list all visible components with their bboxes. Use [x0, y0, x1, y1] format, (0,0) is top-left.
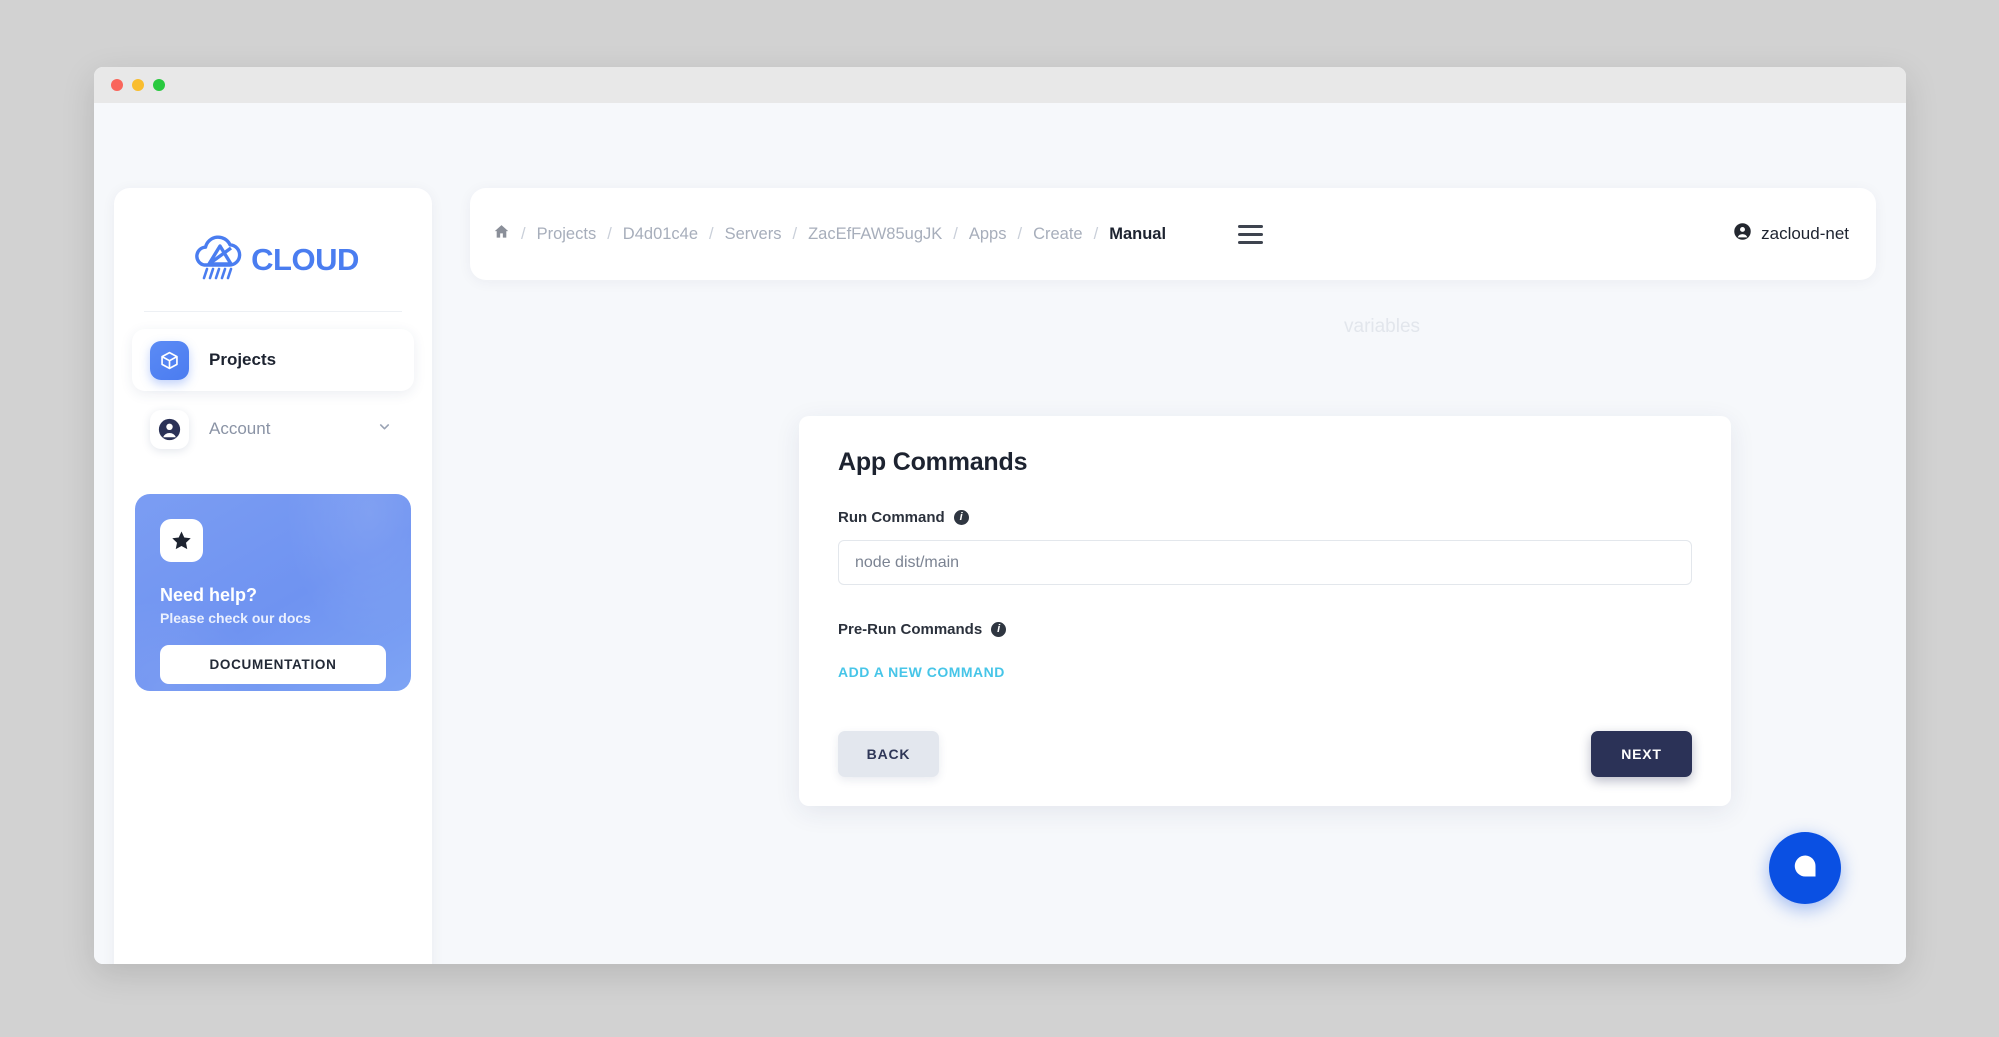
- breadcrumb-separator: /: [792, 224, 798, 243]
- info-icon[interactable]: i: [991, 622, 1007, 637]
- help-card: Need help? Please check our docs DOCUMEN…: [135, 494, 411, 691]
- next-button[interactable]: NEXT: [1591, 731, 1692, 777]
- hamburger-menu-icon[interactable]: [1238, 224, 1264, 244]
- window-maximize-button[interactable]: [153, 79, 165, 91]
- star-icon: [160, 519, 203, 562]
- breadcrumb-item-apps[interactable]: Apps: [969, 225, 1007, 244]
- card-actions: BACK NEXT: [838, 731, 1692, 777]
- breadcrumb-separator: /: [607, 224, 612, 243]
- window-close-button[interactable]: [111, 79, 123, 91]
- run-command-label-text: Run Command: [838, 509, 945, 526]
- run-command-label: Run Command i: [838, 509, 1692, 526]
- sidebar-item-label: Projects: [209, 350, 277, 369]
- header-bar: / Projects / D4d01c4e / Servers / ZacEfF…: [470, 188, 1876, 280]
- breadcrumb-separator: /: [1017, 224, 1023, 243]
- window-titlebar: [94, 67, 1906, 103]
- app-viewport: variables CLOUD Projects Account Need he…: [94, 103, 1906, 964]
- breadcrumb-separator: /: [1093, 224, 1099, 243]
- user-menu[interactable]: zacloud-net: [1733, 222, 1849, 246]
- chevron-down-icon[interactable]: [377, 419, 392, 439]
- user-circle-icon: [1733, 222, 1752, 246]
- run-command-input[interactable]: [838, 540, 1692, 585]
- chat-bubble-icon: [1790, 851, 1820, 886]
- breadcrumb-item-projects[interactable]: Projects: [537, 225, 597, 244]
- window-minimize-button[interactable]: [132, 79, 144, 91]
- breadcrumb-separator: /: [953, 224, 958, 243]
- user-circle-icon: [150, 409, 189, 449]
- breadcrumb-item-manual: Manual: [1109, 224, 1167, 243]
- help-card-title: Need help?: [160, 585, 258, 605]
- chat-widget-button[interactable]: [1769, 832, 1841, 904]
- sidebar-item-account[interactable]: Account: [132, 398, 414, 460]
- breadcrumb-separator: /: [709, 224, 714, 243]
- background-step-label: variables: [1344, 316, 1421, 337]
- breadcrumb-item-create[interactable]: Create: [1033, 225, 1083, 244]
- info-icon[interactable]: i: [953, 510, 969, 525]
- back-button[interactable]: BACK: [838, 731, 939, 777]
- add-new-command-link[interactable]: ADD A NEW COMMAND: [838, 664, 1005, 680]
- breadcrumb-separator: /: [521, 224, 526, 243]
- brand-logo[interactable]: CLOUD: [114, 188, 432, 288]
- home-icon[interactable]: [493, 223, 510, 245]
- cube-icon: [150, 340, 189, 380]
- brand-wordmark: CLOUD: [251, 242, 359, 277]
- breadcrumb-item-project-id[interactable]: D4d01c4e: [623, 225, 698, 244]
- pre-run-commands-label-text: Pre-Run Commands: [838, 621, 983, 638]
- breadcrumb-item-server-id[interactable]: ZacEfFAW85ugJK: [808, 225, 942, 244]
- sidebar-divider: [144, 311, 402, 312]
- user-name: zacloud-net: [1761, 224, 1849, 243]
- sidebar-item-label: Account: [209, 419, 271, 438]
- page-title: App Commands: [838, 448, 1028, 476]
- pre-run-commands-label: Pre-Run Commands i: [838, 621, 1692, 638]
- breadcrumb-item-servers[interactable]: Servers: [725, 225, 782, 244]
- sidebar-item-projects[interactable]: Projects: [132, 329, 414, 391]
- browser-window: variables CLOUD Projects Account Need he…: [94, 67, 1906, 964]
- documentation-button[interactable]: DOCUMENTATION: [160, 645, 386, 684]
- breadcrumb: / Projects / D4d01c4e / Servers / ZacEfF…: [493, 223, 1166, 245]
- sidebar: CLOUD Projects Account Need help? Please…: [114, 188, 432, 964]
- app-commands-card: App Commands Run Command i Pre-Run Comma…: [799, 416, 1731, 806]
- help-card-subtitle: Please check our docs: [160, 610, 311, 626]
- zacloud-logo-icon: [187, 235, 249, 285]
